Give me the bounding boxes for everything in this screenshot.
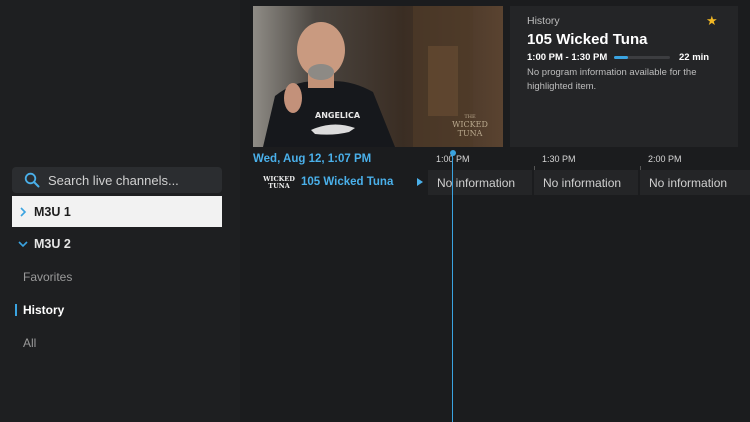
group-m3u-1[interactable]: M3U 1: [12, 196, 222, 227]
current-datetime: Wed, Aug 12, 1:07 PM: [253, 153, 372, 165]
current-time-indicator: [452, 152, 453, 422]
watermark-line3: TUNA: [458, 129, 483, 138]
program-cell[interactable]: No information: [428, 170, 532, 195]
program-time-range: 1:00 PM - 1:30 PM: [527, 52, 608, 63]
chevron-right-icon: [12, 206, 34, 217]
sidebar: M3U 1 M3U 2 Favorites History All: [0, 0, 240, 422]
channel-name: 105 Wicked Tuna: [301, 176, 394, 188]
sidebar-item-favorites[interactable]: Favorites: [23, 270, 72, 284]
group-label: M3U 1: [34, 204, 71, 219]
play-icon: [417, 178, 423, 186]
search-box[interactable]: [12, 167, 222, 193]
channel-logo-text-2: TUNA: [268, 182, 290, 190]
program-progress-fill: [614, 56, 628, 59]
search-icon: [24, 172, 40, 188]
channel-row[interactable]: WICKED TUNA 105 Wicked Tuna No informati…: [253, 170, 750, 195]
time-tick: 2:00 PM: [648, 154, 682, 164]
program-title: 105 Wicked Tuna: [527, 31, 648, 48]
current-time-dot: [449, 150, 456, 156]
star-icon[interactable]: ★: [706, 13, 718, 29]
program-info-panel: History ★ 105 Wicked Tuna 1:00 PM - 1:30…: [510, 6, 738, 147]
program-duration: 22 min: [679, 52, 710, 63]
video-preview[interactable]: ANGELICA THE WICKED TUNA: [253, 6, 503, 147]
program-progress-bar: [614, 56, 670, 59]
sidebar-item-all[interactable]: All: [23, 336, 36, 350]
shirt-text: ANGELICA: [315, 111, 361, 120]
chevron-down-icon: [12, 239, 34, 249]
active-indicator: [15, 304, 17, 316]
program-description: No program information available for the…: [527, 67, 697, 92]
preview-image: ANGELICA THE WICKED TUNA: [253, 6, 503, 147]
program-cell[interactable]: No information: [640, 170, 750, 195]
channel-logo: WICKED TUNA: [262, 175, 295, 190]
search-input[interactable]: [48, 167, 216, 193]
program-category: History: [527, 15, 560, 27]
group-m3u-2[interactable]: M3U 2: [12, 228, 222, 259]
program-cell[interactable]: No information: [534, 170, 638, 195]
watermark-line2: WICKED: [452, 120, 488, 129]
group-label: M3U 2: [34, 236, 71, 251]
time-tick: 1:30 PM: [542, 154, 576, 164]
sidebar-item-history[interactable]: History: [23, 303, 64, 317]
